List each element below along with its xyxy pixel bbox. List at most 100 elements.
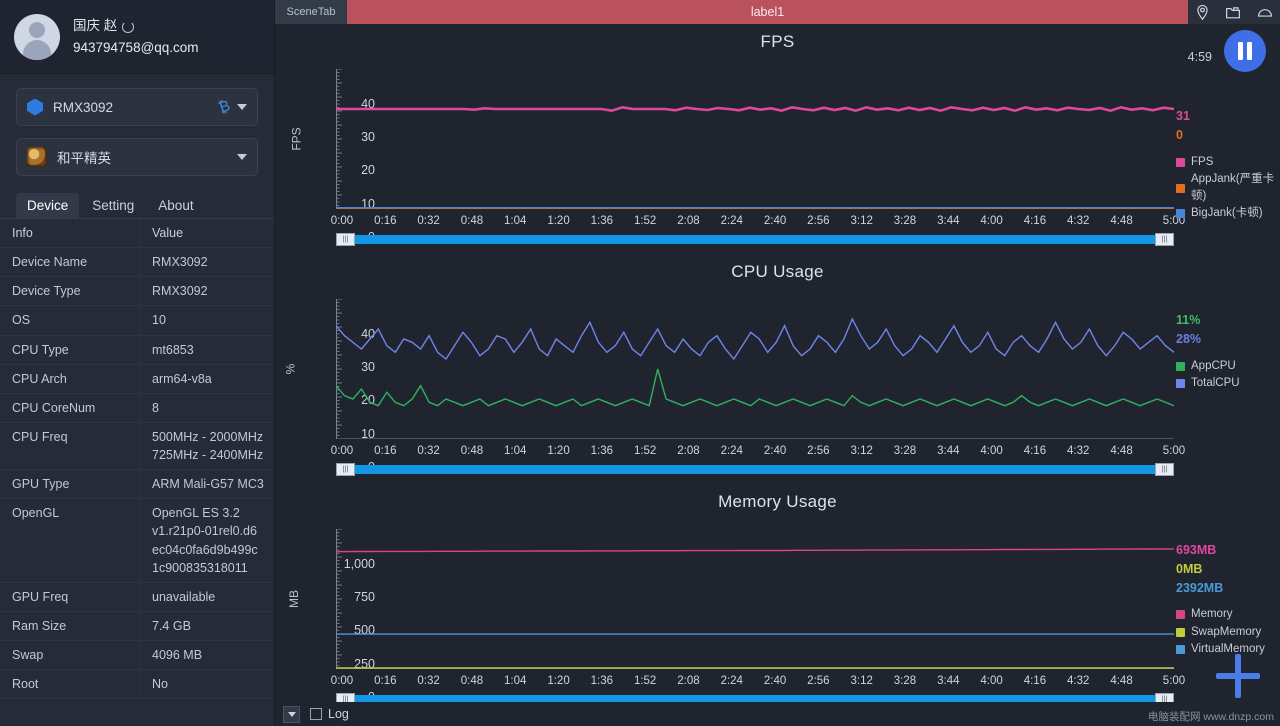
scrollbar-left-handle[interactable]: ||| [336, 463, 355, 476]
scrollbar-track[interactable] [354, 235, 1156, 244]
legend-swatch [1176, 209, 1185, 218]
x-tick-label: 0:48 [461, 675, 483, 687]
x-tick-label: 3:12 [850, 675, 872, 687]
readout-value: 0MB [1176, 560, 1280, 579]
info-key: Swap [0, 641, 140, 669]
x-tick-label: 3:12 [850, 445, 872, 457]
x-tick-label: 2:40 [764, 445, 786, 457]
readout-value: 0 [1176, 126, 1280, 145]
chart-readout: 693MB0MB2392MBMemorySwapMemoryVirtualMem… [1176, 541, 1280, 658]
device-selector[interactable]: RMX3092 ₿ [16, 88, 258, 126]
chevron-down-icon[interactable] [237, 104, 247, 110]
top-bar: SceneTab label1 [275, 0, 1280, 24]
info-value: unavailable [140, 583, 274, 611]
table-row: RootNo [0, 670, 274, 699]
tab-device[interactable]: Device [16, 193, 79, 218]
x-tick-label: 0:16 [374, 675, 396, 687]
x-tick-label: 4:16 [1024, 445, 1046, 457]
x-tick-label: 2:40 [764, 675, 786, 687]
x-tick-label: 2:40 [764, 215, 786, 227]
table-row: Device TypeRMX3092 [0, 277, 274, 306]
table-row: GPU Frequnavailable [0, 583, 274, 612]
series-line [336, 319, 1174, 359]
scrollbar-track[interactable] [354, 465, 1156, 474]
user-profile: 国庆 赵 943794758@qq.com [0, 0, 274, 74]
chart-dropdown-button[interactable] [283, 706, 300, 723]
legend-item[interactable]: BigJank(卡顿) [1176, 205, 1280, 222]
scene-tab[interactable]: SceneTab [275, 0, 347, 24]
y-axis-label: % [283, 364, 297, 375]
watermark: 电脑装配网 www.dnzp.com [1148, 709, 1274, 724]
x-tick-label: 2:56 [807, 445, 829, 457]
legend-swatch [1176, 184, 1185, 193]
info-value: 10 [140, 306, 274, 334]
target-pin-icon[interactable] [1194, 4, 1211, 21]
x-tick-label: 0:16 [374, 215, 396, 227]
device-selector-value: RMX3092 [53, 100, 219, 115]
chevron-down-icon[interactable] [237, 154, 247, 160]
x-tick-label: 2:08 [677, 675, 699, 687]
legend-swatch [1176, 628, 1185, 637]
x-tick-label: 4:48 [1110, 675, 1132, 687]
x-tick-label: 4:16 [1024, 215, 1046, 227]
legend-swatch [1176, 379, 1185, 388]
profile-email: 943794758@qq.com [73, 38, 199, 58]
scrollbar-right-handle[interactable]: ||| [1155, 463, 1174, 476]
chart-legend: AppCPUTotalCPU [1176, 358, 1280, 393]
log-checkbox[interactable]: Log [310, 707, 349, 721]
profile-name: 国庆 赵 [73, 16, 117, 36]
legend-swatch [1176, 645, 1185, 654]
plot-area [336, 69, 1174, 209]
info-key: CPU Arch [0, 365, 140, 393]
plot-area [336, 299, 1174, 439]
x-tick-label: 1:52 [634, 445, 656, 457]
info-key: GPU Type [0, 470, 140, 498]
legend-item[interactable]: SwapMemory [1176, 624, 1280, 641]
table-row: CPU Typemt6853 [0, 336, 274, 365]
x-tick-label: 1:36 [591, 215, 613, 227]
series-line [336, 369, 1174, 406]
scrollbar-left-handle[interactable]: ||| [336, 233, 355, 246]
refresh-icon[interactable] [122, 21, 134, 33]
game-selector-value: 和平精英 [57, 147, 237, 167]
chart-scrollbar[interactable]: ||| ||| [275, 233, 1280, 246]
legend-item[interactable]: AppJank(严重卡顿) [1176, 171, 1280, 206]
chart-title: CPU Usage [275, 254, 1280, 282]
sidebar-tabs: Device Setting About [16, 193, 274, 218]
legend-item[interactable]: TotalCPU [1176, 375, 1280, 392]
profile-name-row: 国庆 赵 [73, 16, 199, 36]
x-tick-label: 1:20 [547, 675, 569, 687]
pause-button[interactable] [1224, 30, 1266, 72]
scrollbar-right-handle[interactable]: ||| [1155, 233, 1174, 246]
chart-scrollbar[interactable]: ||| ||| [275, 463, 1280, 476]
session-clock: 4:59 [1188, 50, 1212, 64]
cloud-icon[interactable] [1255, 4, 1275, 21]
legend-item[interactable]: AppCPU [1176, 358, 1280, 375]
info-key: Ram Size [0, 612, 140, 640]
game-selector[interactable]: 和平精英 [16, 138, 258, 176]
tab-setting[interactable]: Setting [81, 193, 145, 218]
legend-item[interactable]: Memory [1176, 606, 1280, 623]
column-header-value: Value [140, 219, 274, 247]
x-tick-label: 1:04 [504, 215, 526, 227]
table-row: CPU Archarm64-v8a [0, 365, 274, 394]
add-chart-button[interactable] [1216, 654, 1260, 698]
x-axis-ticks: 0:000:160:320:481:041:201:361:522:082:24… [275, 675, 1280, 691]
x-tick-label: 1:52 [634, 215, 656, 227]
series-line [336, 549, 1174, 552]
table-row: Swap4096 MB [0, 641, 274, 670]
readout-value: 31 [1176, 107, 1280, 126]
x-tick-label: 4:32 [1067, 445, 1089, 457]
tab-about[interactable]: About [147, 193, 204, 218]
avatar [14, 14, 60, 60]
table-row: Device NameRMX3092 [0, 248, 274, 277]
folder-icon[interactable] [1224, 4, 1242, 21]
info-key: OS [0, 306, 140, 334]
info-key: Device Type [0, 277, 140, 305]
x-tick-label: 2:24 [721, 675, 743, 687]
legend-item[interactable]: FPS [1176, 154, 1280, 171]
sidebar: 国庆 赵 943794758@qq.com RMX3092 ₿ 和平精英 Dev… [0, 0, 275, 726]
label-bar[interactable]: label1 [347, 0, 1188, 24]
log-checkbox-box[interactable] [310, 708, 322, 720]
x-tick-label: 3:44 [937, 215, 959, 227]
